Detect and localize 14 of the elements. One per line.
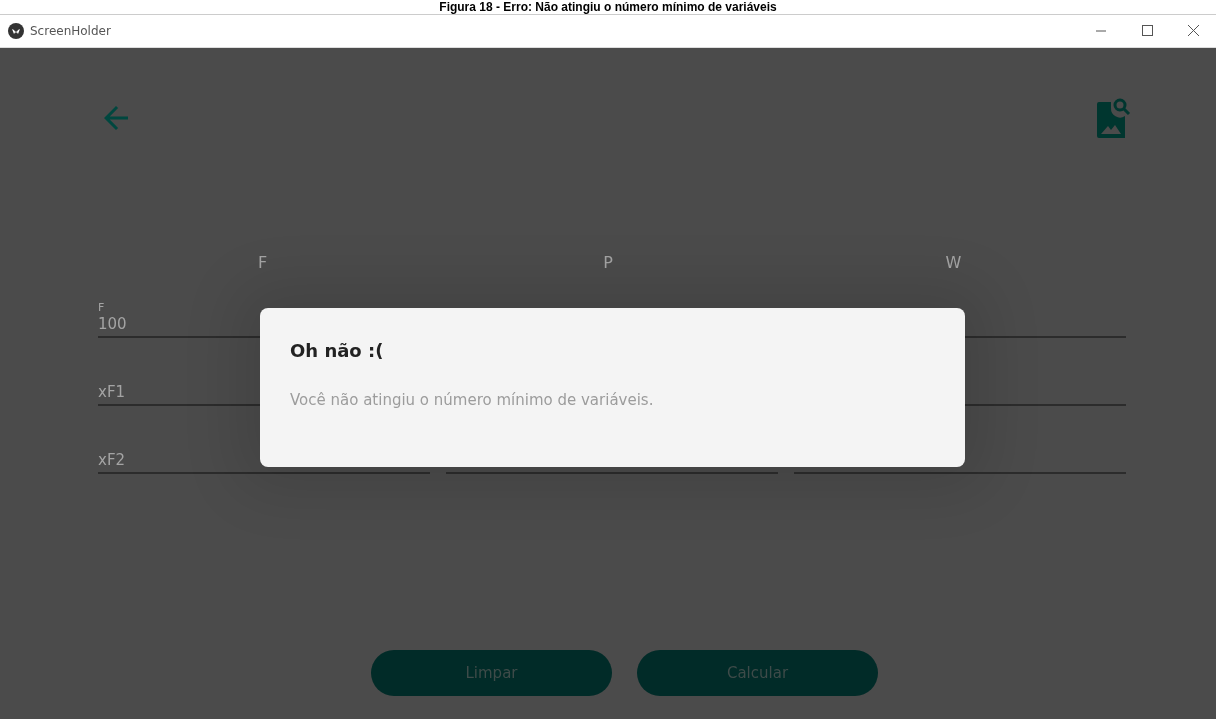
field-value: 100 bbox=[98, 314, 127, 335]
app-icon bbox=[8, 23, 24, 39]
dialog-message: Você não atingiu o número mínimo de variáveis. bbox=[290, 391, 655, 409]
action-button[interactable]: Calcular bbox=[637, 650, 878, 696]
window-title: ScreenHolder bbox=[30, 24, 112, 38]
column-header: P bbox=[603, 253, 613, 272]
placeholder-text: xF1 bbox=[98, 382, 126, 403]
figure-caption: Figura 18 - Erro: Não atingiu o número mínimo de variáveis bbox=[439, 0, 777, 14]
column-header: F bbox=[258, 253, 268, 272]
field-label: F bbox=[98, 301, 105, 314]
placeholder-text: xF2 bbox=[98, 450, 126, 471]
action-button[interactable]: Limpar bbox=[371, 650, 612, 696]
column-header: W bbox=[945, 253, 962, 272]
dialog-title: Oh não :( bbox=[290, 340, 385, 361]
